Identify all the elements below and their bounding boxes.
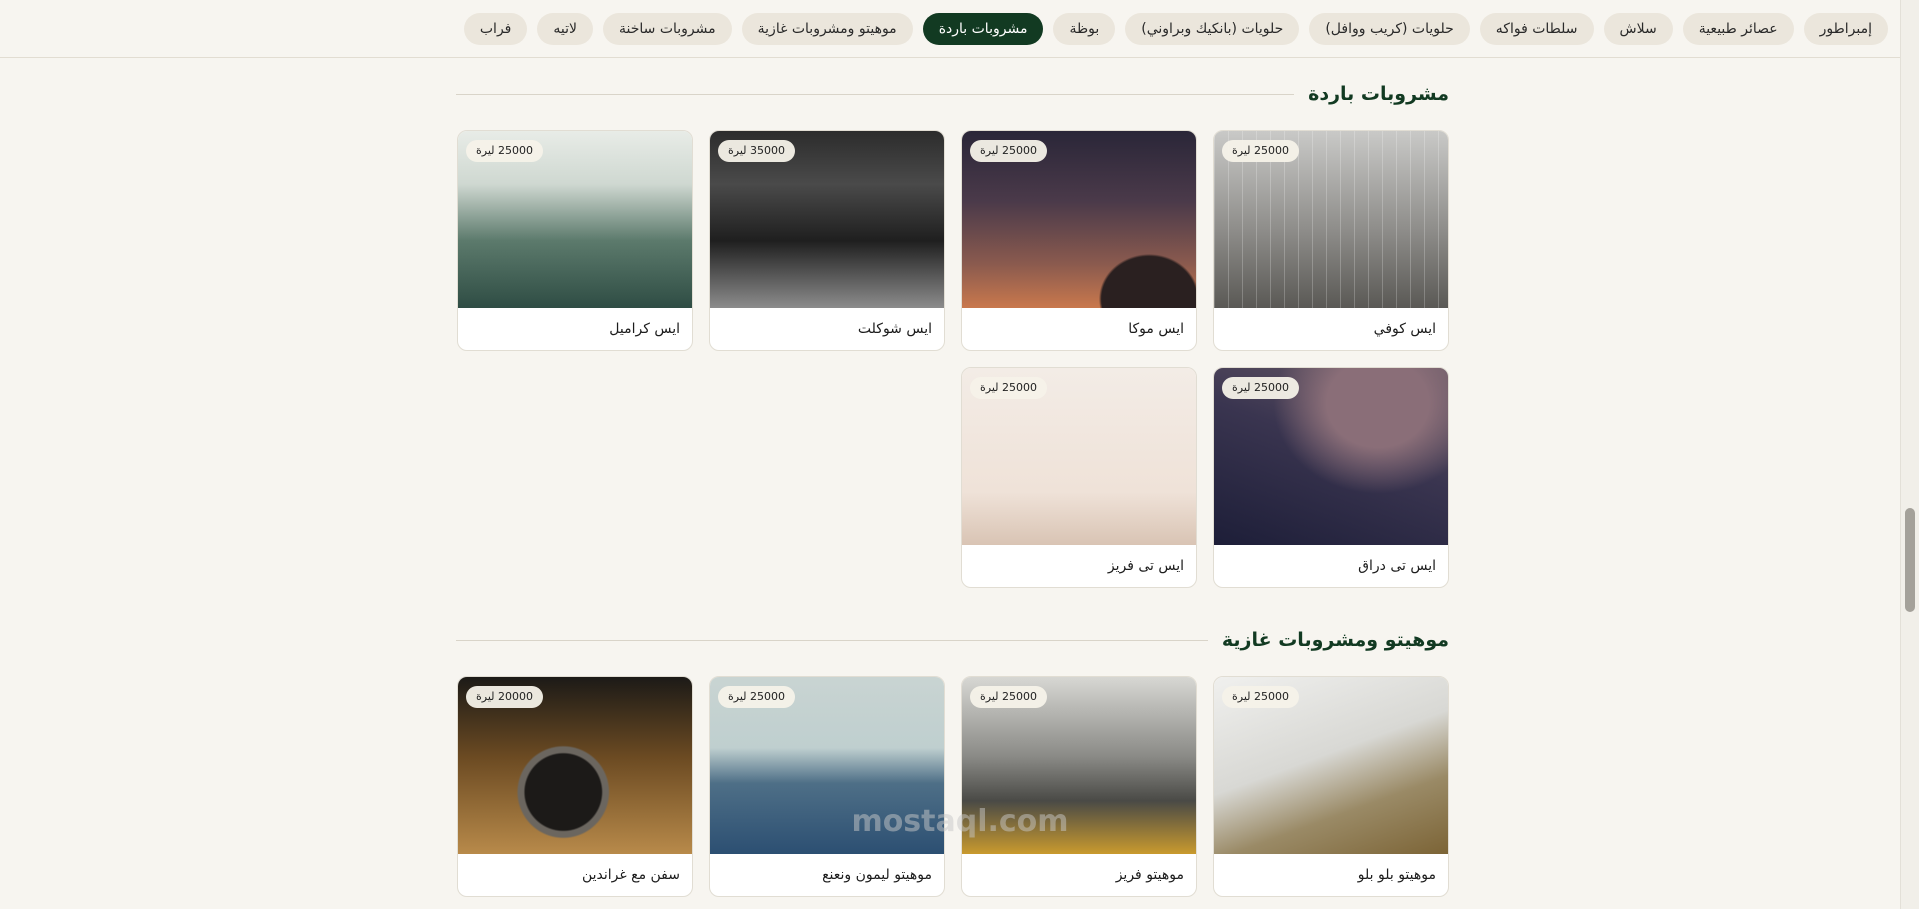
scrollbar-thumb[interactable] [1905,508,1915,612]
product-card[interactable]: 35000 ليرة ايس شوكلت [709,130,945,351]
category-chip-crepe-waffle[interactable]: حلويات (كريب ووافل) [1309,12,1470,45]
product-name: موهيتو ليمون ونعنع [822,867,932,883]
product-card[interactable]: 25000 ليرة موهيتو فريز [961,676,1197,897]
product-grid: 25000 ليرة موهيتو بلو بلو 25000 ليرة موه… [456,676,1449,897]
product-card[interactable]: 25000 ليرة ايس تى دراق [1213,367,1449,588]
product-name: موهيتو فريز [1115,867,1184,883]
product-image: 25000 ليرة [962,131,1196,308]
product-image: 25000 ليرة [962,677,1196,854]
price-badge: 25000 ليرة [1222,377,1299,399]
price-badge: 20000 ليرة [466,686,543,708]
product-image: 25000 ليرة [710,677,944,854]
category-chip-ice-cream[interactable]: بوظة [1053,12,1116,45]
product-name: ايس شوكلت [857,321,932,337]
section-divider [456,93,1295,95]
product-name: ايس موكا [1128,321,1184,337]
price-badge: 25000 ليرة [1222,140,1299,162]
menu-content: مشروبات باردة 25000 ليرة ايس كوفي 25000 … [456,58,1449,897]
price-badge: 25000 ليرة [970,686,1047,708]
category-chip-mojito-soda[interactable]: موهيتو ومشروبات غازية [741,12,913,45]
product-image: 35000 ليرة [710,131,944,308]
product-name: ايس تى فريز [1107,558,1184,574]
category-chip-slush[interactable]: سلاش [1603,12,1673,45]
product-name: سفن مع غراندين [581,867,680,883]
price-badge: 25000 ليرة [466,140,543,162]
product-card[interactable]: 25000 ليرة ايس كوفي [1213,130,1449,351]
product-card[interactable]: 25000 ليرة موهيتو بلو بلو [1213,676,1449,897]
product-image: 25000 ليرة [1214,368,1448,545]
product-grid: 25000 ليرة ايس كوفي 25000 ليرة ايس موكا … [456,130,1449,588]
product-card[interactable]: 25000 ليرة موهيتو ليمون ونعنع [709,676,945,897]
product-image: 25000 ليرة [1214,131,1448,308]
category-chip-natural-juices[interactable]: عصائر طبيعية [1682,12,1794,45]
product-name: ايس تى دراق [1358,558,1436,574]
product-card[interactable]: 25000 ليرة ايس موكا [961,130,1197,351]
product-image: 25000 ليرة [962,368,1196,545]
product-image: 20000 ليرة [458,677,692,854]
section-title: مشروبات باردة [1308,83,1449,105]
category-chip-cold-drinks[interactable]: مشروبات باردة [922,12,1044,45]
section-mojito-soda: موهيتو ومشروبات غازية 25000 ليرة موهيتو … [456,604,1449,897]
category-nav: إمبراطور عصائر طبيعية سلاش سلطات فواكه ح… [0,0,1900,58]
section-header: موهيتو ومشروبات غازية [456,604,1449,676]
scrollbar[interactable] [1900,0,1919,909]
category-chip-hot-drinks[interactable]: مشروبات ساخنة [603,12,732,45]
category-chip-pancake-brownie[interactable]: حلويات (بانكيك وبراوني) [1125,12,1300,45]
product-name: ايس كراميل [609,321,680,337]
product-name: موهيتو بلو بلو [1357,867,1436,883]
product-card[interactable]: 20000 ليرة سفن مع غراندين [457,676,693,897]
price-badge: 35000 ليرة [718,140,795,162]
product-image: 25000 ليرة [458,131,692,308]
category-chip-fruit-salads[interactable]: سلطات فواكه [1479,12,1594,45]
product-card[interactable]: 25000 ليرة ايس كراميل [457,130,693,351]
section-header: مشروبات باردة [456,58,1449,130]
product-image: 25000 ليرة [1214,677,1448,854]
section-divider [456,639,1208,641]
price-badge: 25000 ليرة [970,140,1047,162]
category-chip-emperor[interactable]: إمبراطور [1803,12,1888,45]
product-name: ايس كوفي [1373,321,1436,337]
category-chip-frappe[interactable]: فراب [463,12,528,45]
category-chip-latte[interactable]: لاتيه [537,12,593,45]
section-cold-drinks: مشروبات باردة 25000 ليرة ايس كوفي 25000 … [456,58,1449,588]
price-badge: 25000 ليرة [1222,686,1299,708]
section-title: موهيتو ومشروبات غازية [1221,629,1449,651]
price-badge: 25000 ليرة [718,686,795,708]
product-card[interactable]: 25000 ليرة ايس تى فريز [961,367,1197,588]
price-badge: 25000 ليرة [970,377,1047,399]
